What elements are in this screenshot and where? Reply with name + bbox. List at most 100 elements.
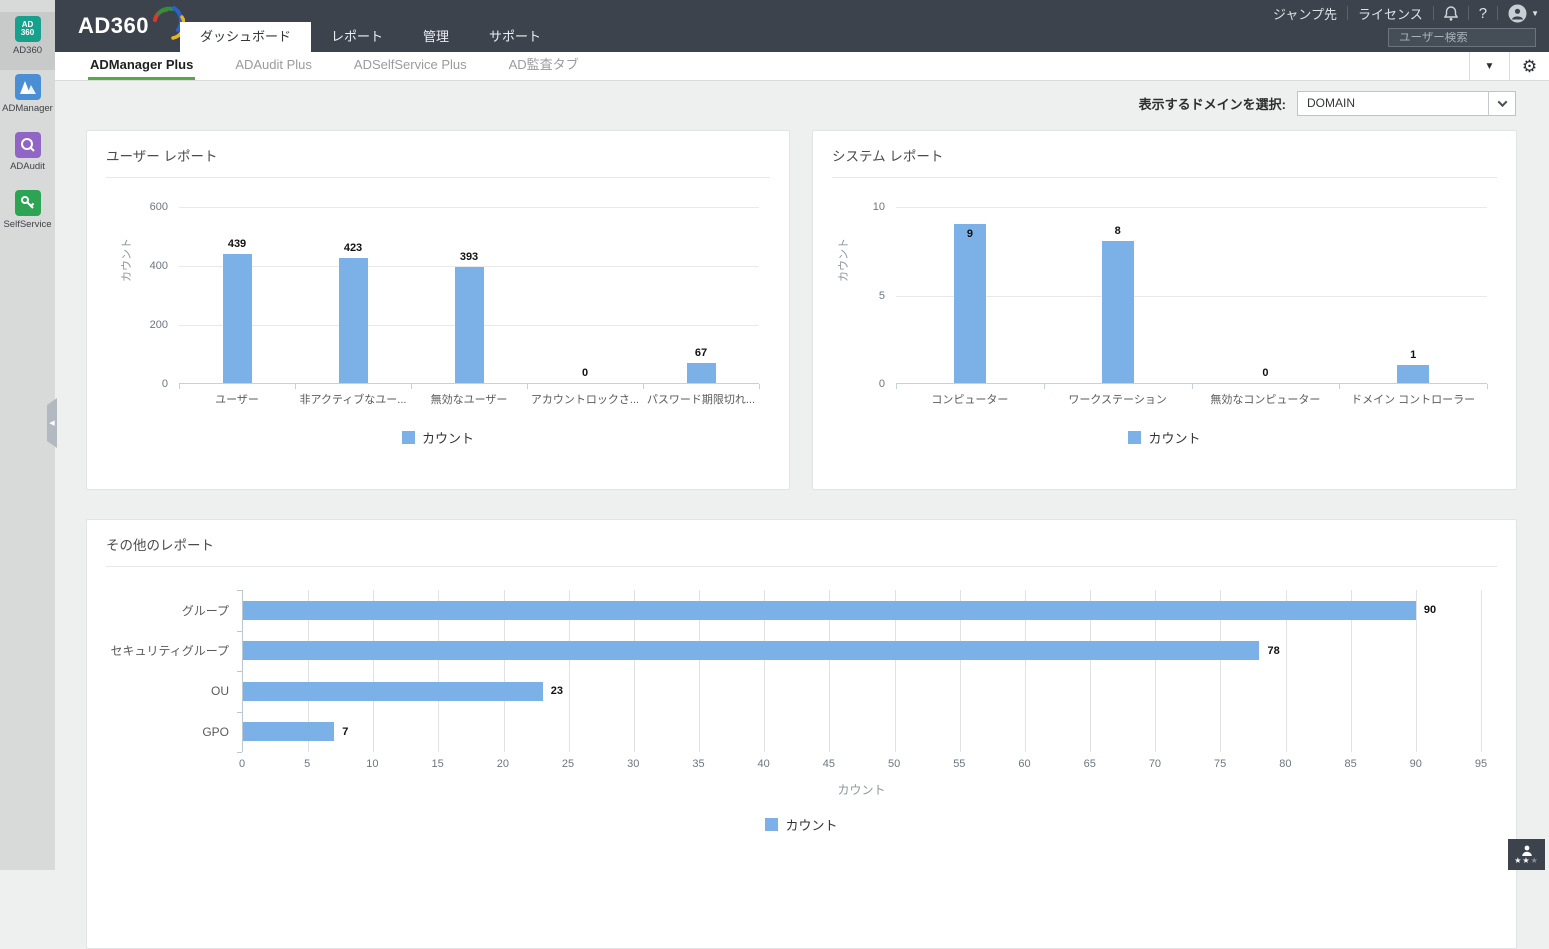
axis-tick-mark [237,712,242,713]
bar-value-label: 7 [342,726,348,738]
rail-item-label: ADManager [0,103,55,114]
bar[interactable] [243,682,543,701]
rail-item-label: AD360 [0,45,55,56]
y-axis-label: カウント [835,238,851,282]
category-label: 無効なコンピューター [1192,391,1340,407]
x-axis-tick: 35 [692,758,704,770]
settings-button[interactable]: ⚙ [1509,52,1549,80]
notification-bell-icon[interactable] [1444,6,1458,21]
caret-down-icon: ▼ [1531,9,1539,18]
x-axis-tick: 15 [432,758,444,770]
axis-tick-mark [527,384,528,389]
bar[interactable] [339,258,368,383]
x-axis-label: カウント [242,781,1481,798]
jump-to-link[interactable]: ジャンプ先 [1273,4,1337,23]
x-axis-tick: 40 [758,758,770,770]
rating-stars-icon: ★★★ [1514,857,1539,865]
gear-icon: ⚙ [1522,58,1537,75]
x-axis-tick: 85 [1344,758,1356,770]
logo-text: AD360 [78,10,149,42]
chevron-down-icon [1497,97,1507,107]
feedback-button[interactable]: ★★★ [1508,839,1545,870]
bar[interactable] [1397,365,1429,383]
ad360-logo: AD360 [78,10,185,44]
domain-select-dropdown[interactable] [1488,92,1515,115]
legend[interactable]: カウント [813,428,1516,447]
chart-title: システム レポート [813,131,1516,165]
bar[interactable] [687,363,716,383]
bar[interactable] [223,254,252,384]
bar[interactable] [243,722,334,741]
bar[interactable] [455,267,484,383]
nav-tab-support[interactable]: サポート [469,22,561,52]
y-axis-label: カウント [118,238,134,282]
legend[interactable]: カウント [87,428,789,447]
axis-tick-mark [759,384,760,389]
legend-swatch [765,818,778,831]
other-reports-chart: グループセキュリティグループOUGPO907823705101520253035… [87,590,1516,834]
system-report-chart: 1050カウント9801コンピューターワークステーション無効なコンピュータードメ… [813,207,1516,447]
collapse-left-arrow-icon[interactable]: ◀ [47,398,57,448]
tab-adaudit-plus[interactable]: ADAudit Plus [233,52,314,80]
bar-value-label: 393 [460,251,478,263]
x-axis-tick: 45 [823,758,835,770]
category-label: アカウントロックさ... [527,391,643,407]
bar-value-label: 67 [695,347,707,359]
rail-item-adaudit[interactable]: ADAudit [0,128,55,186]
x-axis-tick: 20 [497,758,509,770]
x-axis-tick: 25 [562,758,574,770]
axis-tick-mark [179,384,180,389]
nav-tab-reports[interactable]: レポート [311,22,403,52]
bar[interactable] [243,641,1259,660]
selfservice-app-icon [15,190,41,216]
bar-value-label: 423 [344,242,362,254]
chart-title: ユーザー レポート [87,131,789,165]
help-link[interactable]: ? [1479,5,1487,22]
tab-adselfservice-plus[interactable]: ADSelfService Plus [352,52,469,80]
legend-label: カウント [422,428,474,447]
x-axis-tick: 80 [1279,758,1291,770]
bar[interactable] [954,224,986,383]
legend-swatch [402,431,415,444]
x-axis-tick: 50 [888,758,900,770]
y-axis-tick: 0 [162,378,179,390]
nav-tab-dashboard[interactable]: ダッシュボード [180,22,311,52]
user-search [1388,28,1536,47]
x-axis-tick: 55 [953,758,965,770]
x-axis-tick: 70 [1149,758,1161,770]
tab-overflow-button[interactable]: ▼ [1469,52,1509,80]
tab-admanager-plus[interactable]: ADManager Plus [88,52,195,80]
bar[interactable] [243,601,1416,620]
user-avatar-icon [1508,4,1527,23]
license-link[interactable]: ライセンス [1358,4,1423,23]
y-axis-tick: 400 [150,260,179,272]
rail-item-selfservice[interactable]: SelfService [0,186,55,244]
axis-tick-mark [237,752,242,753]
separator [1468,6,1469,20]
axis-tick-mark [896,384,897,389]
x-axis-tick: 95 [1475,758,1487,770]
rail-item-admanager[interactable]: ADManager [0,70,55,128]
tab-ad-audit-tab[interactable]: AD監査タブ [507,52,581,80]
search-input[interactable] [1389,32,1549,44]
category-label: ユーザー [179,391,295,407]
axis-tick-mark [237,671,242,672]
bar-value-label: 0 [582,367,588,379]
separator [1433,6,1434,20]
caret-down-icon: ▼ [1485,61,1495,72]
dashboard-content: 表示するドメインを選択: DOMAIN ユーザー レポート 6004002000… [55,81,1549,870]
user-report-card: ユーザー レポート 6004002000カウント439423393067ユーザー… [86,130,790,490]
category-label: グループ [87,590,242,631]
axis-tick-mark [295,384,296,389]
rail-item-ad360[interactable]: AD360 AD360 [0,12,55,70]
bar[interactable] [1102,241,1134,383]
user-menu[interactable]: ▼ [1508,4,1539,23]
system-report-card: システム レポート 1050カウント9801コンピューターワークステーション無効… [812,130,1517,490]
legend[interactable]: カウント [87,815,1516,834]
x-axis-tick: 65 [1084,758,1096,770]
ad360-app-icon: AD360 [15,16,41,42]
other-reports-card: その他のレポート グループセキュリティグループOUGPO907823705101… [86,519,1517,949]
bar-value-label: 0 [1262,367,1268,379]
nav-tab-admin[interactable]: 管理 [403,22,469,52]
domain-select[interactable]: DOMAIN [1297,91,1516,116]
